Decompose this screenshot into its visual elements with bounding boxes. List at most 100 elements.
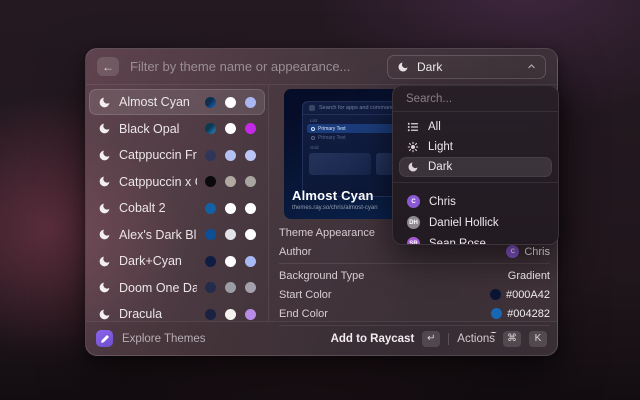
detail-label: Start Color xyxy=(279,289,490,301)
detail-value: Chris xyxy=(524,246,550,258)
top-bar: ← Filter by theme name or appearance... … xyxy=(86,49,557,85)
theme-color-dots xyxy=(205,256,256,267)
color-dot xyxy=(225,282,236,293)
color-dot xyxy=(205,229,216,240)
color-dot xyxy=(225,97,236,108)
appearance-option-all[interactable]: All xyxy=(399,117,552,137)
author-avatar: C xyxy=(407,195,420,208)
theme-name: Dark+Cyan xyxy=(119,254,197,268)
theme-list-item-catppuccin-frappe[interactable]: Catppuccin Frappe xyxy=(89,142,265,168)
chevron-up-icon xyxy=(527,62,536,71)
theme-list-item-black-opal[interactable]: Black Opal xyxy=(89,116,265,142)
author-options: C Chris DH Daniel Hollick SR Sean Rose xyxy=(393,186,558,245)
color-dot xyxy=(245,309,256,320)
theme-list-item-doom-one-dark[interactable]: Doom One Dark xyxy=(89,275,265,301)
theme-name: Catppuccin Frappe xyxy=(119,148,197,162)
option-label: All xyxy=(428,121,441,133)
color-dot xyxy=(205,309,216,320)
author-avatar: SR xyxy=(407,237,420,245)
detail-row-start-color: Start Color #000A42 xyxy=(279,285,550,304)
theme-name: Doom One Dark xyxy=(119,281,197,295)
color-dot xyxy=(245,123,256,134)
theme-name: Almost Cyan xyxy=(119,95,197,109)
theme-name: Alex's Dark Blue 600 xyxy=(119,228,197,242)
detail-label: Background Type xyxy=(279,270,508,282)
moon-icon xyxy=(98,281,111,294)
actions-button[interactable]: Actions xyxy=(457,333,495,345)
theme-list-item-almost-cyan[interactable]: Almost Cyan xyxy=(89,89,265,115)
appearance-selected-label: Dark xyxy=(417,60,442,74)
moon-icon xyxy=(397,61,409,73)
color-dot xyxy=(205,123,216,134)
color-dot xyxy=(245,97,256,108)
theme-color-dots xyxy=(205,97,256,108)
theme-list-item-alex-s-dark-blue-600[interactable]: Alex's Dark Blue 600 xyxy=(89,222,265,248)
moon-icon xyxy=(407,161,419,173)
theme-color-dots xyxy=(205,123,256,134)
color-dot xyxy=(205,256,216,267)
author-option-sean-rose[interactable]: SR Sean Rose xyxy=(399,233,552,245)
theme-color-dots xyxy=(205,282,256,293)
moon-icon xyxy=(98,96,111,109)
author-option-chris[interactable]: C Chris xyxy=(399,191,552,212)
color-dot xyxy=(225,309,236,320)
theme-name: Cobalt 2 xyxy=(119,201,197,215)
moon-icon xyxy=(98,149,111,162)
detail-value: Gradient xyxy=(508,270,550,282)
moon-icon xyxy=(98,122,111,135)
detail-row-background-type: Background Type Gradient xyxy=(279,266,550,285)
preview-search-icon xyxy=(309,105,315,111)
author-name: Daniel Hollick xyxy=(429,217,499,229)
author-avatar: C xyxy=(506,245,519,258)
dropdown-divider xyxy=(393,182,558,183)
moon-icon xyxy=(98,175,111,188)
theme-color-dots xyxy=(205,229,256,240)
color-swatch xyxy=(491,308,502,319)
option-label: Light xyxy=(428,141,453,153)
color-dot xyxy=(205,176,216,187)
sun-icon xyxy=(407,141,419,153)
theme-name: Catppuccin x Gruv... xyxy=(119,175,197,189)
color-dot xyxy=(205,282,216,293)
author-avatar: DH xyxy=(407,216,420,229)
preview-row-icon xyxy=(311,136,315,140)
back-arrow-icon: ← xyxy=(102,61,114,73)
color-dot xyxy=(245,256,256,267)
theme-list-item-dark-cyan[interactable]: Dark+Cyan xyxy=(89,248,265,274)
appearance-dropdown-trigger[interactable]: Dark xyxy=(387,55,546,79)
detail-value: #004282 xyxy=(507,308,550,320)
theme-name: Dracula xyxy=(119,307,197,321)
raycast-window: ← Filter by theme name or appearance... … xyxy=(85,48,558,356)
detail-label: Author xyxy=(279,246,506,258)
theme-color-dots xyxy=(205,176,256,187)
detail-label: End Color xyxy=(279,308,491,320)
preview-grid-tile xyxy=(309,153,371,175)
appearance-option-dark[interactable]: Dark xyxy=(399,157,552,177)
dropdown-search-input[interactable]: Search... xyxy=(393,86,558,112)
appearance-option-light[interactable]: Light xyxy=(399,137,552,157)
filter-input[interactable]: Filter by theme name or appearance... xyxy=(130,59,376,74)
author-name: Sean Rose xyxy=(429,238,486,246)
color-dot xyxy=(205,203,216,214)
moon-icon xyxy=(98,202,111,215)
footer-divider xyxy=(448,333,449,345)
detail-divider xyxy=(279,263,550,264)
color-swatch xyxy=(490,289,501,300)
theme-color-dots xyxy=(205,309,256,320)
author-option-daniel-hollick[interactable]: DH Daniel Hollick xyxy=(399,212,552,233)
moon-icon xyxy=(98,255,111,268)
author-name: Chris xyxy=(429,196,456,208)
color-dot xyxy=(205,97,216,108)
theme-list-item-catppuccin-x-gruv[interactable]: Catppuccin x Gruv... xyxy=(89,169,265,195)
preview-theme-title: Almost Cyan xyxy=(292,188,378,203)
moon-icon xyxy=(98,228,111,241)
appearance-options: All Light Dark xyxy=(393,112,558,179)
back-button[interactable]: ← xyxy=(97,57,119,76)
color-dot xyxy=(225,123,236,134)
theme-color-dots xyxy=(205,150,256,161)
color-dot xyxy=(245,282,256,293)
add-to-raycast-button[interactable]: Add to Raycast xyxy=(331,333,415,345)
preview-search-placeholder: Search for apps and commands... xyxy=(319,105,402,111)
theme-list-item-cobalt-2[interactable]: Cobalt 2 xyxy=(89,195,265,221)
color-dot xyxy=(225,256,236,267)
